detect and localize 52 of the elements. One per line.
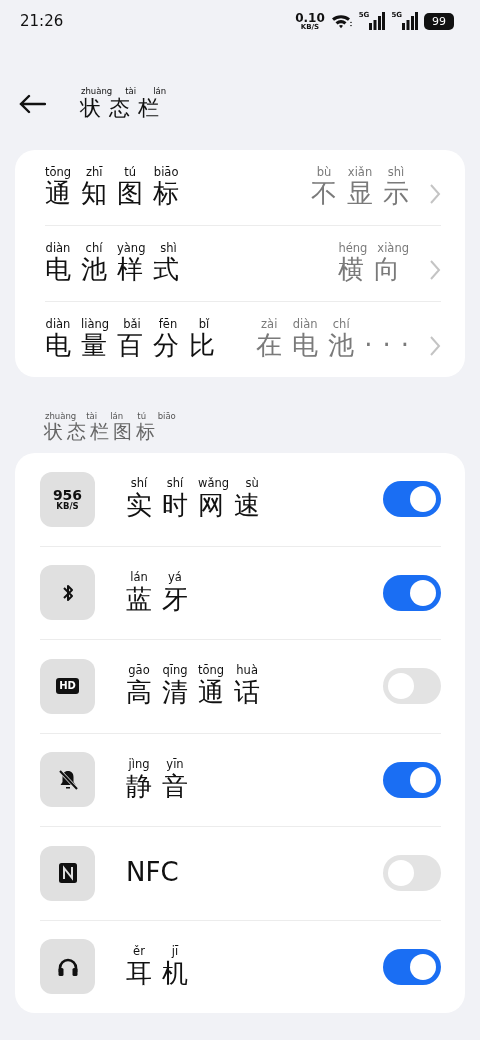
- section-title: 状态栏图标: [44, 421, 160, 444]
- pinyin-annotation: shí shí wǎng sù: [129, 477, 260, 492]
- settings-row[interactable]: diàn chí yàng shì 电池样式 héng xiàng 横向: [45, 226, 441, 302]
- pinyin-annotation: tōng zhī tú biāo: [45, 165, 180, 180]
- bluetooth-icon: [61, 582, 74, 603]
- toggle-label: NFC: [126, 858, 180, 889]
- toggle-label: 静音: [126, 771, 199, 802]
- pinyin-annotation: diàn liàng bǎi fēn bǐ: [45, 317, 211, 332]
- settings-row[interactable]: diàn liàng bǎi fēn bǐ 电量百分比 zài diàn chí 在电池···: [45, 302, 441, 377]
- pinyin-annotation: gāo qīng tōng huà: [127, 664, 259, 679]
- pinyin-annotation: lán yá: [129, 570, 183, 585]
- setting-label: 通知图标: [45, 179, 190, 210]
- toggle-switch[interactable]: [383, 855, 441, 892]
- toggle-label: 实时网速: [126, 491, 271, 522]
- toggle-switch[interactable]: [383, 948, 441, 985]
- pinyin-annotation: ěr jī: [132, 944, 180, 959]
- chevron-right-icon: [429, 334, 441, 357]
- signal-icon: [369, 12, 386, 30]
- toggle-label: 蓝牙: [126, 584, 199, 615]
- chevron-right-icon: [429, 258, 441, 281]
- toggle-label: 高清通话: [126, 678, 271, 709]
- wifi-icon: [330, 13, 353, 29]
- setting-label: 电量百分比: [45, 331, 226, 362]
- setting-value: 在电池···: [256, 331, 419, 362]
- back-arrow-icon: [18, 94, 46, 114]
- pinyin-annotation: diàn chí yàng shì: [45, 241, 178, 256]
- clock-time: 21:26: [20, 12, 64, 30]
- pinyin-annotation: héng xiàng: [338, 241, 410, 256]
- hd-badge: HD: [56, 678, 79, 695]
- toggle-switch[interactable]: [383, 761, 441, 798]
- speed-tile: 956 KB/S: [40, 471, 95, 527]
- pinyin-annotation: bù xiǎn shì: [315, 165, 406, 180]
- pinyin-annotation: jìng yīn: [127, 757, 185, 772]
- muted-bell-icon: [57, 768, 78, 791]
- pinyin-annotation: zài diàn chí: [260, 317, 351, 332]
- setting-value: 横向: [338, 255, 412, 286]
- headphones-icon: [56, 956, 79, 977]
- pinyin-annotation: zhuàng tài lán tú biāo: [44, 411, 177, 422]
- setting-label: 电池样式: [45, 255, 190, 286]
- chevron-right-icon: [429, 182, 441, 205]
- signal-icon: [402, 12, 418, 30]
- toggle-switch[interactable]: [383, 668, 441, 705]
- toggle-switch[interactable]: [383, 574, 441, 611]
- toggle-label: 耳机: [126, 958, 199, 989]
- toggle-switch[interactable]: [383, 481, 441, 518]
- nfc-icon: [57, 862, 78, 885]
- pinyin-annotation: zhuàng tài lán: [80, 85, 168, 96]
- battery-indicator: 99: [424, 12, 454, 30]
- settings-row[interactable]: tōng zhī tú biāo 通知图标 bù xiǎn shì 不显示: [45, 150, 441, 226]
- back-button[interactable]: [18, 94, 46, 114]
- page-title: 状态栏: [80, 95, 168, 120]
- setting-value: 不显示: [311, 179, 419, 210]
